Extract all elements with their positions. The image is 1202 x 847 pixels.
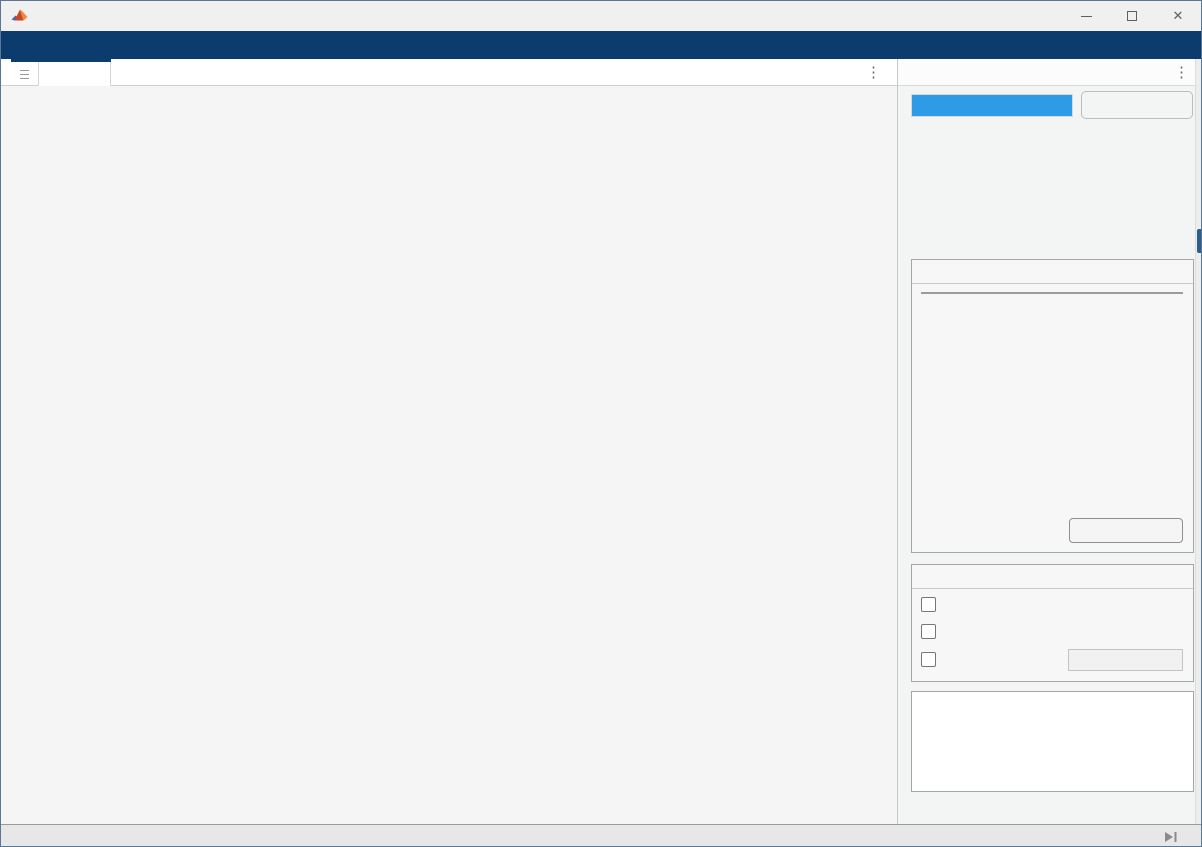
panel-kebab-menu-icon[interactable]: ⋮	[1174, 65, 1189, 80]
training-figure	[1, 86, 897, 824]
chart-legend	[911, 691, 1194, 792]
panel-scrollbar[interactable]	[1195, 59, 1202, 824]
training-stopped-button[interactable]	[1081, 91, 1193, 119]
tab-kebab-menu-icon[interactable]: ⋮	[866, 65, 881, 80]
main-area: ⋮ ⋮	[1, 59, 1201, 824]
more-details-button[interactable]	[1069, 518, 1183, 543]
tab-grip-icon[interactable]	[11, 62, 39, 86]
toolstrip-tab-training-monitor[interactable]	[1, 31, 1201, 59]
progress-fill	[912, 95, 1072, 116]
checkbox-icon[interactable]	[921, 624, 936, 639]
tab-rldqnagent[interactable]	[39, 62, 111, 86]
training-progress-bar	[911, 94, 1073, 117]
training-information-box	[911, 259, 1194, 553]
document-pane: ⋮	[1, 59, 897, 824]
checkbox-show-evaluation-statistic[interactable]	[921, 624, 944, 639]
title-bar: ✕	[1, 1, 1201, 31]
checkbox-show-last-n-episodes[interactable]	[921, 652, 944, 667]
app-window: ✕ ⋮ ⋮	[0, 0, 1202, 847]
matlab-logo-icon	[11, 8, 29, 24]
close-button[interactable]: ✕	[1155, 1, 1201, 31]
agent-status-table[interactable]	[921, 292, 1183, 294]
last-n-episodes-input[interactable]	[1068, 649, 1183, 671]
panel-header: ⋮	[898, 59, 1202, 86]
plot-options-box	[911, 564, 1194, 682]
document-tabstrip: ⋮	[1, 59, 897, 86]
checkbox-show-episodeq0[interactable]	[921, 597, 944, 612]
training-progress-panel: ⋮	[898, 59, 1202, 824]
scrollbar-thumb[interactable]	[1197, 229, 1202, 253]
checkbox-icon[interactable]	[921, 652, 936, 667]
status-bar	[1, 824, 1201, 847]
maximize-button[interactable]	[1109, 1, 1155, 31]
expand-panel-icon[interactable]	[1163, 830, 1179, 844]
episode-reward-chart[interactable]	[1, 86, 897, 824]
minimize-button[interactable]	[1063, 1, 1109, 31]
checkbox-icon[interactable]	[921, 597, 936, 612]
